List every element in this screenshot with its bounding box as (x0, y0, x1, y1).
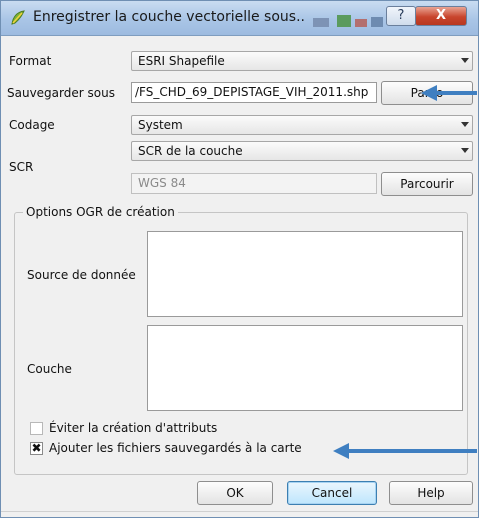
layer-options-textarea[interactable] (147, 325, 463, 411)
title-bar-decoration (313, 15, 383, 27)
crs-label: SCR (9, 160, 34, 174)
chevron-down-icon (461, 148, 469, 153)
annotation-arrow-add-to-map-icon (333, 443, 477, 459)
add-to-map-checkbox[interactable]: ✖ (30, 442, 43, 455)
datasource-label: Source de donnée (27, 268, 136, 282)
format-label: Format (9, 54, 52, 68)
skip-attributes-checkbox[interactable] (30, 422, 43, 435)
chevron-down-icon (461, 58, 469, 63)
format-select-value: ESRI Shapefile (138, 54, 225, 68)
title-bar: Enregistrer la couche vectorielle sous..… (1, 1, 478, 36)
layer-label: Couche (27, 362, 72, 376)
crs-browse-button[interactable]: Parcourir (381, 172, 473, 196)
ok-button[interactable]: OK (197, 481, 273, 505)
crs-mode-select-value: SCR de la couche (138, 144, 243, 158)
chevron-down-icon (461, 122, 469, 127)
close-button[interactable]: X (415, 6, 467, 26)
checkmark-icon: ✖ (31, 441, 42, 455)
qgis-icon (11, 10, 25, 25)
help-title-button[interactable]: ? (386, 6, 416, 26)
save-as-input[interactable]: /FS_CHD_69_DEPISTAGE_VIH_2011.shp (131, 82, 377, 103)
crs-mode-select[interactable]: SCR de la couche (131, 141, 473, 161)
annotation-arrow-browse-icon (421, 85, 477, 101)
encoding-label: Codage (9, 118, 55, 132)
cancel-button[interactable]: Cancel (287, 481, 377, 505)
datasource-options-textarea[interactable] (147, 231, 463, 317)
ogr-options-title: Options OGR de création (23, 205, 178, 219)
help-button[interactable]: Help (389, 481, 473, 505)
encoding-select-value: System (138, 118, 183, 132)
window-title: Enregistrer la couche vectorielle sous.. (33, 9, 305, 25)
format-select[interactable]: ESRI Shapefile (131, 51, 473, 71)
skip-attributes-label: Éviter la création d'attributs (49, 421, 218, 435)
save-as-label: Sauvegarder sous (7, 86, 115, 100)
bottom-divider (1, 511, 478, 512)
add-to-map-label: Ajouter les fichiers sauvegardés à la ca… (49, 441, 302, 455)
save-vector-layer-dialog: Enregistrer la couche vectorielle sous..… (0, 0, 479, 518)
crs-input: WGS 84 (131, 173, 377, 194)
encoding-select[interactable]: System (131, 115, 473, 135)
